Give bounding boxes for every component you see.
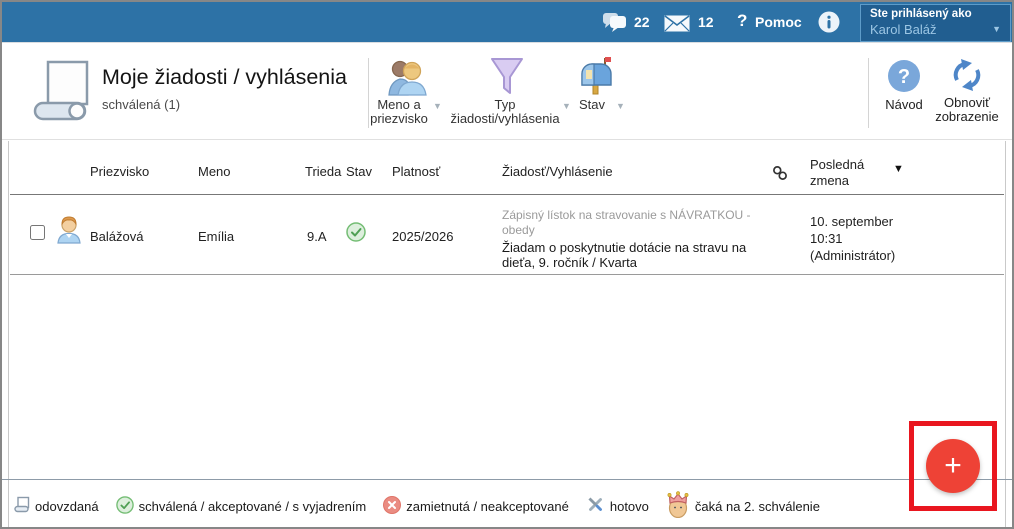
column-header-platnost[interactable]: Platnosť [392,164,440,179]
add-request-button[interactable]: + [926,439,980,493]
cell-platnost: 2025/2026 [392,229,453,244]
column-header-stav[interactable]: Stav [346,164,372,179]
cell-priezvisko: Balážová [90,229,143,244]
cross-circle-icon [383,496,401,517]
chat-icon[interactable] [602,12,628,38]
info-icon[interactable] [818,11,840,38]
request-type-label: Zápisný lístok na stravovanie s NÁVRATKO… [502,208,774,238]
legend-item-approved: schválená / akceptované / s vyjadrením [116,496,367,517]
mail-icon[interactable] [664,15,690,37]
column-header-trieda[interactable]: Trieda [305,164,341,179]
legend-label: zamietnutá / neakceptované [406,499,569,514]
legend-divider [2,479,1012,480]
scroll-document-icon [32,59,92,126]
change-time: 10:31 [810,230,940,247]
crown-icon [666,491,690,521]
legend-label: čaká na 2. schválenie [695,499,820,514]
status-legend: odovzdaná schválená / akceptované / s vy… [14,491,892,521]
filter-status[interactable]: Stav [572,98,612,112]
legend-item-waiting-approval: čaká na 2. schválenie [666,491,820,521]
question-circle-icon[interactable]: ? [887,59,921,98]
header-divider [868,58,869,128]
guide-button[interactable]: Návod [876,98,932,112]
help-button[interactable]: Pomoc [755,14,802,30]
chat-count-badge[interactable]: 22 [634,14,650,30]
logged-in-label: Ste prihlásený ako [870,8,1001,20]
check-circle-icon [116,496,134,517]
row-checkbox[interactable] [30,225,45,240]
filter-name-surname[interactable]: Meno a priezvisko [367,98,431,126]
filter-status-caret-icon[interactable]: ▼ [616,101,625,111]
legend-item-done: hotovo [586,495,649,517]
tools-icon [586,495,605,517]
svg-text:?: ? [898,66,910,88]
legend-label: odovzdaná [35,499,99,514]
logged-in-user-name: Karol Baláž [870,22,1001,37]
mailbox-icon[interactable] [580,56,613,101]
page-title: Moje žiadosti / vyhlásenia [102,65,347,90]
column-header-priezvisko[interactable]: Priezvisko [90,164,149,179]
request-text: Žiadam o poskytnutie dotácie na stravu n… [502,240,774,270]
table-panel [8,141,1006,527]
filter-request-type[interactable]: Typ žiadosti/vyhlásenia [450,98,560,126]
row-divider [10,274,1004,275]
student-avatar-icon[interactable] [56,214,82,247]
refresh-view-button[interactable]: Obnoviť zobrazenie [930,96,1004,124]
table-header-divider [10,194,1004,195]
cell-ziadost[interactable]: Zápisný lístok na stravovanie s NÁVRATKO… [502,208,774,270]
change-author: (Administrátor) [810,247,940,264]
change-date: 10. september [810,213,940,230]
legend-item-rejected: zamietnutá / neakceptované [383,496,569,517]
user-menu-caret-icon[interactable]: ▼ [992,24,1001,34]
page-subtitle-count: schválená (1) [102,97,180,112]
legend-label: schválená / akceptované / s vyjadrením [139,499,367,514]
scroll-icon [14,496,30,516]
legend-item-submitted: odovzdaná [14,496,99,516]
legend-label: hotovo [610,499,649,514]
approved-check-icon [346,222,366,245]
sort-desc-icon[interactable]: ▼ [893,163,904,175]
link-icon[interactable] [772,165,788,184]
mail-count-badge[interactable]: 12 [698,14,714,30]
column-header-ziadost[interactable]: Žiadosť/Vyhlásenie [502,164,613,179]
cell-meno: Emília [198,229,234,244]
funnel-icon[interactable] [489,57,525,102]
help-question-icon[interactable]: ? [737,11,747,31]
filter-name-caret-icon[interactable]: ▼ [433,101,442,111]
cell-trieda: 9.A [307,229,327,244]
column-header-posledna-zmena[interactable]: Posledná zmena [810,157,888,189]
top-navigation-bar: 22 12 ? Pomoc Ste prihlásený ako Karol B… [2,2,1012,43]
refresh-icon[interactable] [949,57,985,98]
logged-in-user-box[interactable]: Ste prihlásený ako Karol Baláž ▼ [860,4,1011,42]
app-window: 22 12 ? Pomoc Ste prihlásený ako Karol B… [0,0,1014,529]
column-header-meno[interactable]: Meno [198,164,231,179]
filter-type-caret-icon[interactable]: ▼ [562,101,571,111]
people-icon[interactable] [387,58,427,101]
cell-posledna-zmena: 10. september 10:31 (Administrátor) [810,213,940,264]
